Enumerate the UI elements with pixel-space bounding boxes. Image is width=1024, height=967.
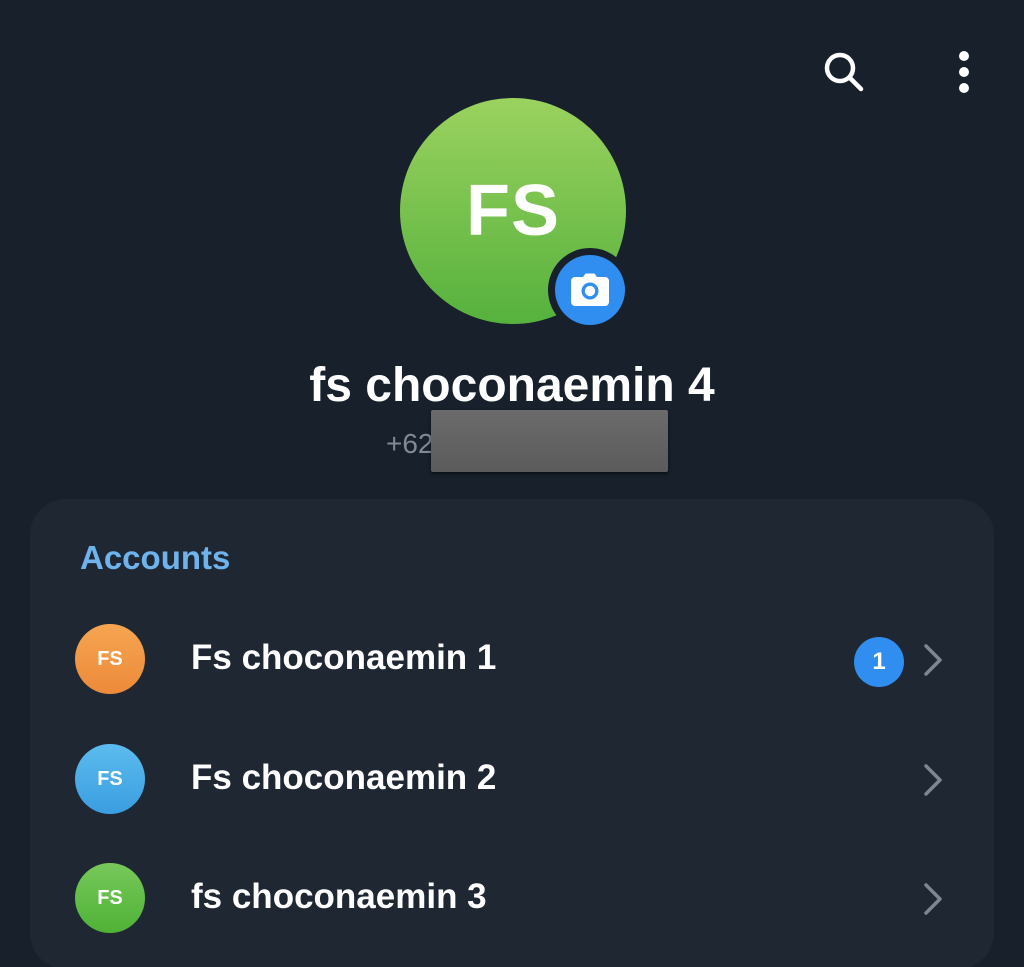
profile-phone: +62 <box>386 428 434 459</box>
chevron-right-icon <box>918 642 948 678</box>
camera-icon <box>571 273 609 306</box>
account-avatar: FS <box>75 744 145 814</box>
chevron-right-icon <box>918 762 948 798</box>
account-avatar: FS <box>75 863 145 933</box>
search-button[interactable] <box>816 44 872 100</box>
set-photo-button[interactable] <box>548 248 632 332</box>
accounts-card: Accounts FS Fs choconaemin 1 1 FS Fs cho… <box>30 499 994 967</box>
account-item-2[interactable]: FS Fs choconaemin 2 <box>30 724 994 834</box>
profile-name: fs choconaemin 4 <box>309 359 715 412</box>
account-name: fs choconaemin 3 <box>191 877 487 916</box>
account-name: Fs choconaemin 1 <box>191 638 497 677</box>
account-avatar: FS <box>75 624 145 694</box>
account-item-1[interactable]: FS Fs choconaemin 1 1 <box>30 604 994 714</box>
chevron-right-icon <box>918 881 948 917</box>
more-options-button[interactable] <box>936 44 992 100</box>
account-item-3[interactable]: FS fs choconaemin 3 <box>30 843 994 953</box>
profile-initials: FS <box>465 171 560 251</box>
unread-badge: 1 <box>854 637 904 687</box>
more-vertical-icon <box>959 51 969 93</box>
accounts-heading: Accounts <box>80 539 231 576</box>
account-name: Fs choconaemin 2 <box>191 758 497 797</box>
settings-screen: FS fs choconaemin 4 +62 Accounts FS Fs c… <box>0 0 1024 967</box>
search-icon <box>824 52 864 92</box>
redacted-phone-block <box>431 410 668 472</box>
